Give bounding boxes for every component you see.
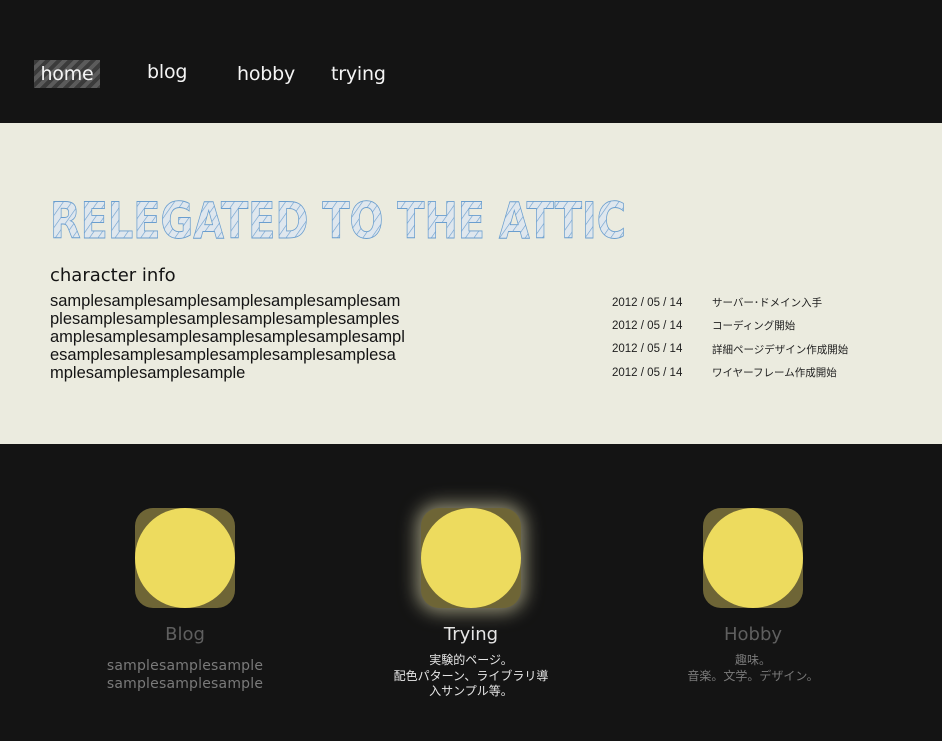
card-desc-line: 実験的ページ。 [429, 653, 513, 667]
news-text: ワイヤーフレーム作成開始 [712, 367, 837, 380]
news-date: 2012 / 05 / 14 [612, 296, 683, 309]
hobby-card-description: 趣味。 音楽。文学。デザイン。 [653, 653, 853, 684]
character-info-title: character info [50, 265, 176, 286]
hobby-card-title[interactable]: Hobby [653, 623, 853, 647]
news-item[interactable]: 2012 / 05 / 14 詳細ページデザイン作成開始 [612, 338, 912, 361]
news-item[interactable]: 2012 / 05 / 14 サーバー･ドメイン入手 [612, 291, 912, 314]
nav-trying-link[interactable]: trying [331, 60, 386, 88]
card-desc-line: 配色パターン、ライブラリ導 [393, 668, 549, 683]
circle-icon [703, 508, 803, 608]
news-text: コーディング開始 [712, 320, 796, 333]
info-line: plesamplesamplesamplesamplesamplesamples [50, 310, 400, 328]
blog-card-title[interactable]: Blog [85, 623, 285, 647]
nav-home-link[interactable]: home [34, 60, 100, 88]
news-item[interactable]: 2012 / 05 / 14 コーディング開始 [612, 314, 912, 337]
top-navigation: home blog hobby trying [0, 0, 942, 123]
news-date: 2012 / 05 / 14 [612, 366, 683, 379]
site-logo: RELEGATED TO THE ATTIC [50, 196, 626, 242]
card-desc-line: 趣味。 [734, 653, 771, 667]
hobby-card[interactable]: Hobby 趣味。 音楽。文学。デザイン。 [653, 508, 853, 684]
circle-icon [421, 508, 521, 608]
category-cards: Blog samplesamplesample samplesamplesamp… [0, 444, 942, 741]
card-desc-line: 入サンプル等。 [429, 684, 513, 698]
card-desc-line: samplesamplesample [106, 676, 264, 692]
character-info-text: samplesamplesamplesamplesamplesamplesam … [50, 292, 420, 382]
nav-blog-link[interactable]: blog [147, 58, 187, 86]
trying-card[interactable]: Trying 実験的ページ。 配色パターン、ライブラリ導 入サンプル等。 [371, 508, 571, 700]
news-item[interactable]: 2012 / 05 / 14 ワイヤーフレーム作成開始 [612, 361, 912, 384]
card-desc-line: samplesamplesample [106, 658, 264, 674]
card-desc-line: 音楽。文学。デザイン。 [687, 668, 819, 683]
blog-card-icon-box[interactable] [135, 508, 235, 608]
info-line: samplesamplesamplesamplesamplesamplesam [50, 292, 401, 310]
blog-card-description: samplesamplesample samplesamplesample [85, 657, 285, 693]
blog-card[interactable]: Blog samplesamplesample samplesamplesamp… [85, 508, 285, 693]
info-line: amplesamplesamplesamplesamplesamplesampl [50, 328, 405, 346]
trying-card-title[interactable]: Trying [371, 623, 571, 647]
hobby-card-icon-box[interactable] [703, 508, 803, 608]
circle-icon [135, 508, 235, 608]
news-text: 詳細ページデザイン作成開始 [712, 343, 849, 356]
trying-card-icon-box[interactable] [421, 508, 521, 608]
site-logo-text: RELEGATED TO THE ATTIC [50, 196, 626, 242]
info-line: mplesamplesamplesample [50, 364, 246, 382]
nav-hobby-link[interactable]: hobby [237, 60, 295, 88]
info-line: esamplesamplesamplesamplesamplesamplesa [50, 346, 396, 364]
trying-card-description: 実験的ページ。 配色パターン、ライブラリ導 入サンプル等。 [371, 653, 571, 700]
main-content: RELEGATED TO THE ATTIC character info sa… [0, 123, 942, 444]
news-date: 2012 / 05 / 14 [612, 343, 683, 356]
news-list: 2012 / 05 / 14 サーバー･ドメイン入手 2012 / 05 / 1… [612, 291, 912, 384]
news-text: サーバー･ドメイン入手 [712, 297, 823, 310]
news-date: 2012 / 05 / 14 [612, 319, 683, 332]
